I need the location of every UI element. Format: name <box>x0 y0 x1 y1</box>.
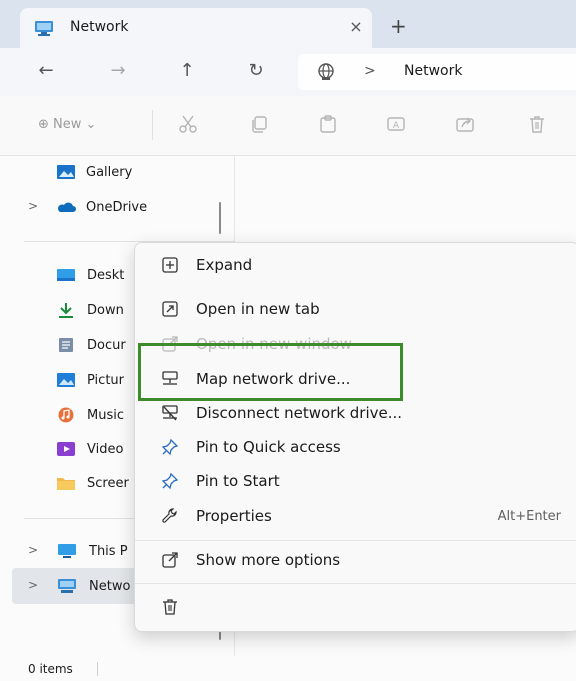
tab-strip: Network × + <box>0 0 576 48</box>
properties-shortcut: Alt+Enter <box>497 509 561 524</box>
menu-divider <box>135 583 576 584</box>
status-divider <box>97 662 98 676</box>
disconnect-network-drive-icon <box>162 405 178 421</box>
scrollbar-thumb[interactable] <box>219 202 221 234</box>
breadcrumb-separator: > <box>364 63 376 79</box>
sidebar-item-desktop[interactable]: Deskt <box>56 263 134 289</box>
command-divider <box>152 110 153 140</box>
videos-icon <box>57 442 75 456</box>
back-icon[interactable]: ← <box>34 60 58 82</box>
forward-icon[interactable]: → <box>106 60 130 82</box>
close-tab-icon[interactable]: × <box>346 17 366 36</box>
svg-text:A: A <box>393 121 400 131</box>
up-icon[interactable]: ↑ <box>175 60 199 82</box>
expand-icon <box>162 257 178 273</box>
show-more-options-icon <box>162 552 178 568</box>
delete-icon[interactable] <box>527 114 547 134</box>
breadcrumb-network[interactable]: Network <box>404 63 462 79</box>
menu-item-properties[interactable]: Properties Alt+Enter <box>135 500 576 532</box>
sidebar-item-music[interactable]: Music <box>56 403 134 429</box>
share-icon[interactable] <box>455 114 475 134</box>
pin-icon <box>161 472 179 490</box>
desktop-icon <box>57 269 75 281</box>
network-icon <box>58 579 76 593</box>
sidebar-item-videos[interactable]: Video <box>56 437 134 463</box>
sidebar-item-this-pc[interactable]: > This P <box>28 539 134 565</box>
refresh-icon[interactable]: ↻ <box>244 60 268 82</box>
menu-item-delete[interactable] <box>135 591 185 623</box>
tab-network[interactable]: Network × <box>20 8 372 48</box>
new-tab-button[interactable]: + <box>390 16 407 36</box>
sidebar-item-network[interactable]: > Netwo <box>28 574 134 600</box>
properties-wrench-icon <box>162 508 177 523</box>
this-pc-icon <box>58 544 76 558</box>
highlight-box <box>138 343 403 401</box>
menu-item-open-in-new-tab[interactable]: Open in new tab <box>135 293 576 325</box>
chevron-right-icon[interactable]: > <box>28 199 42 213</box>
open-in-new-tab-icon <box>162 301 178 317</box>
download-icon <box>59 303 73 318</box>
copy-icon[interactable] <box>249 114 269 134</box>
command-bar: ⊕ New ⌄ A <box>0 96 576 156</box>
chevron-right-icon[interactable]: > <box>28 578 42 592</box>
network-icon <box>35 21 53 36</box>
address-bar[interactable]: > Network <box>298 54 576 90</box>
pin-icon <box>161 438 179 456</box>
menu-item-pin-to-quick-access[interactable]: Pin to Quick access <box>135 431 576 463</box>
menu-item-disconnect-network-drive[interactable]: Disconnect network drive... <box>135 397 576 429</box>
menu-divider <box>135 540 576 541</box>
item-count: 0 items <box>28 662 73 676</box>
documents-icon <box>59 338 73 352</box>
menu-item-show-more-options[interactable]: Show more options <box>135 544 576 576</box>
delete-icon <box>163 599 177 615</box>
pictures-icon <box>57 373 75 387</box>
sidebar-item-documents[interactable]: Docur <box>56 333 134 359</box>
folder-icon <box>57 478 75 490</box>
navigation-bar: ← → ↑ ↻ > Network <box>0 48 576 96</box>
gallery-icon <box>57 165 75 179</box>
menu-item-pin-to-start[interactable]: Pin to Start <box>135 465 576 497</box>
music-icon <box>58 407 74 423</box>
paste-icon[interactable] <box>318 114 338 134</box>
sidebar-item-gallery[interactable]: Gallery <box>56 160 226 186</box>
status-bar: 0 items <box>0 656 576 681</box>
chevron-right-icon[interactable]: > <box>28 543 42 557</box>
rename-icon[interactable]: A <box>386 114 406 134</box>
sidebar-item-downloads[interactable]: Down <box>56 298 134 324</box>
sidebar-item-screenshots[interactable]: Screer <box>56 471 134 497</box>
sidebar-item-pictures[interactable]: Pictur <box>56 368 134 394</box>
new-button[interactable]: ⊕ New ⌄ <box>38 117 96 132</box>
context-menu: Expand Open in new tab Open in new windo… <box>134 242 576 632</box>
cut-icon[interactable] <box>178 114 198 134</box>
menu-item-expand[interactable]: Expand <box>135 249 576 281</box>
onedrive-cloud-icon <box>57 202 76 212</box>
tab-title: Network <box>70 19 129 35</box>
network-globe-icon <box>318 63 334 80</box>
sidebar-item-onedrive[interactable]: > OneDrive <box>28 195 218 221</box>
